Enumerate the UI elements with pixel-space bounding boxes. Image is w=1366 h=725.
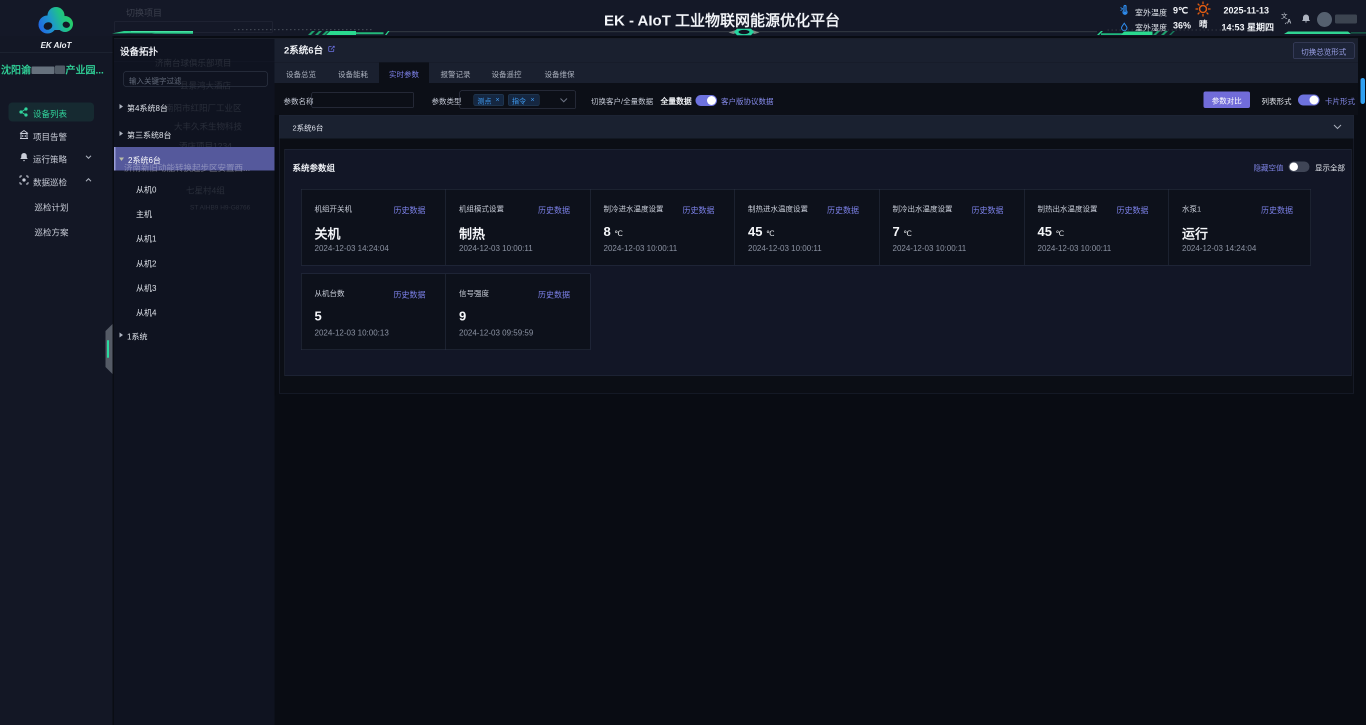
svg-text:A: A bbox=[1287, 20, 1292, 25]
